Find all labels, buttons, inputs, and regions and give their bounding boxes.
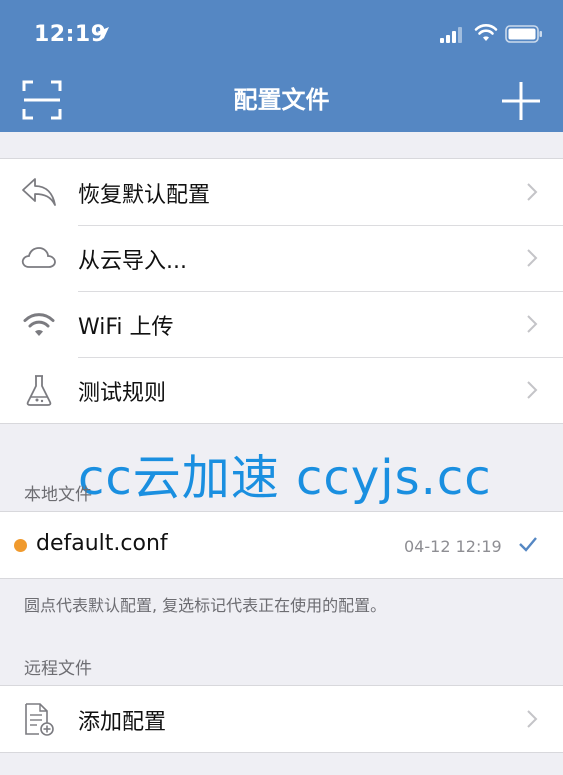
add-document-icon — [25, 703, 54, 736]
chevron-right-icon — [527, 249, 538, 267]
cloud-icon — [21, 247, 56, 268]
menu-item-test-rules[interactable]: 测试规则 — [0, 357, 563, 423]
status-bar: 12:19 — [0, 0, 563, 68]
menu-item-label: 恢复默认配置 — [78, 183, 211, 208]
add-config-label: 添加配置 — [78, 710, 167, 735]
local-files-header: 本地文件 — [24, 485, 92, 505]
add-config-row[interactable]: 添加配置 — [0, 686, 563, 752]
remote-files-group: 添加配置 — [0, 685, 563, 753]
navigation-header: 12:19 配置文件 — [0, 0, 563, 132]
watermark-text: cc云加速 ccyjs.cc — [78, 450, 492, 506]
reply-arrow-icon — [22, 178, 56, 206]
menu-item-import-from-cloud[interactable]: 从云导入... — [0, 225, 563, 291]
chevron-right-icon — [527, 381, 538, 399]
menu-item-label: 测试规则 — [78, 381, 167, 406]
menu-item-wifi-upload[interactable]: WiFi 上传 — [0, 291, 563, 357]
checkmark-icon — [519, 537, 537, 552]
location-arrow-icon — [97, 27, 109, 39]
menu-item-label: 从云导入... — [78, 249, 187, 274]
menu-item-label: WiFi 上传 — [78, 315, 174, 340]
menu-group: 恢复默认配置 从云导入... WiFi 上传 测试规则 — [0, 158, 563, 424]
remote-files-header: 远程文件 — [24, 659, 92, 679]
page-title: 配置文件 — [233, 86, 330, 114]
add-icon[interactable] — [500, 80, 542, 122]
menu-item-restore-default[interactable]: 恢复默认配置 — [0, 159, 563, 225]
file-name: default.conf — [36, 531, 168, 556]
chevron-right-icon — [527, 315, 538, 333]
wifi-status-icon — [474, 24, 498, 41]
wifi-icon — [23, 313, 55, 336]
cellular-signal-icon — [440, 27, 462, 43]
local-files-note: 圆点代表默认配置, 复选标记代表正在使用的配置。 — [24, 596, 387, 615]
file-row-default-conf[interactable]: default.conf 04-12 12:19 — [0, 512, 563, 578]
flask-icon — [26, 375, 52, 406]
battery-icon — [505, 25, 542, 43]
local-files-group: default.conf 04-12 12:19 — [0, 511, 563, 579]
file-date: 04-12 12:19 — [404, 537, 502, 556]
chevron-right-icon — [527, 710, 538, 728]
chevron-right-icon — [527, 183, 538, 201]
default-config-dot — [14, 539, 27, 552]
